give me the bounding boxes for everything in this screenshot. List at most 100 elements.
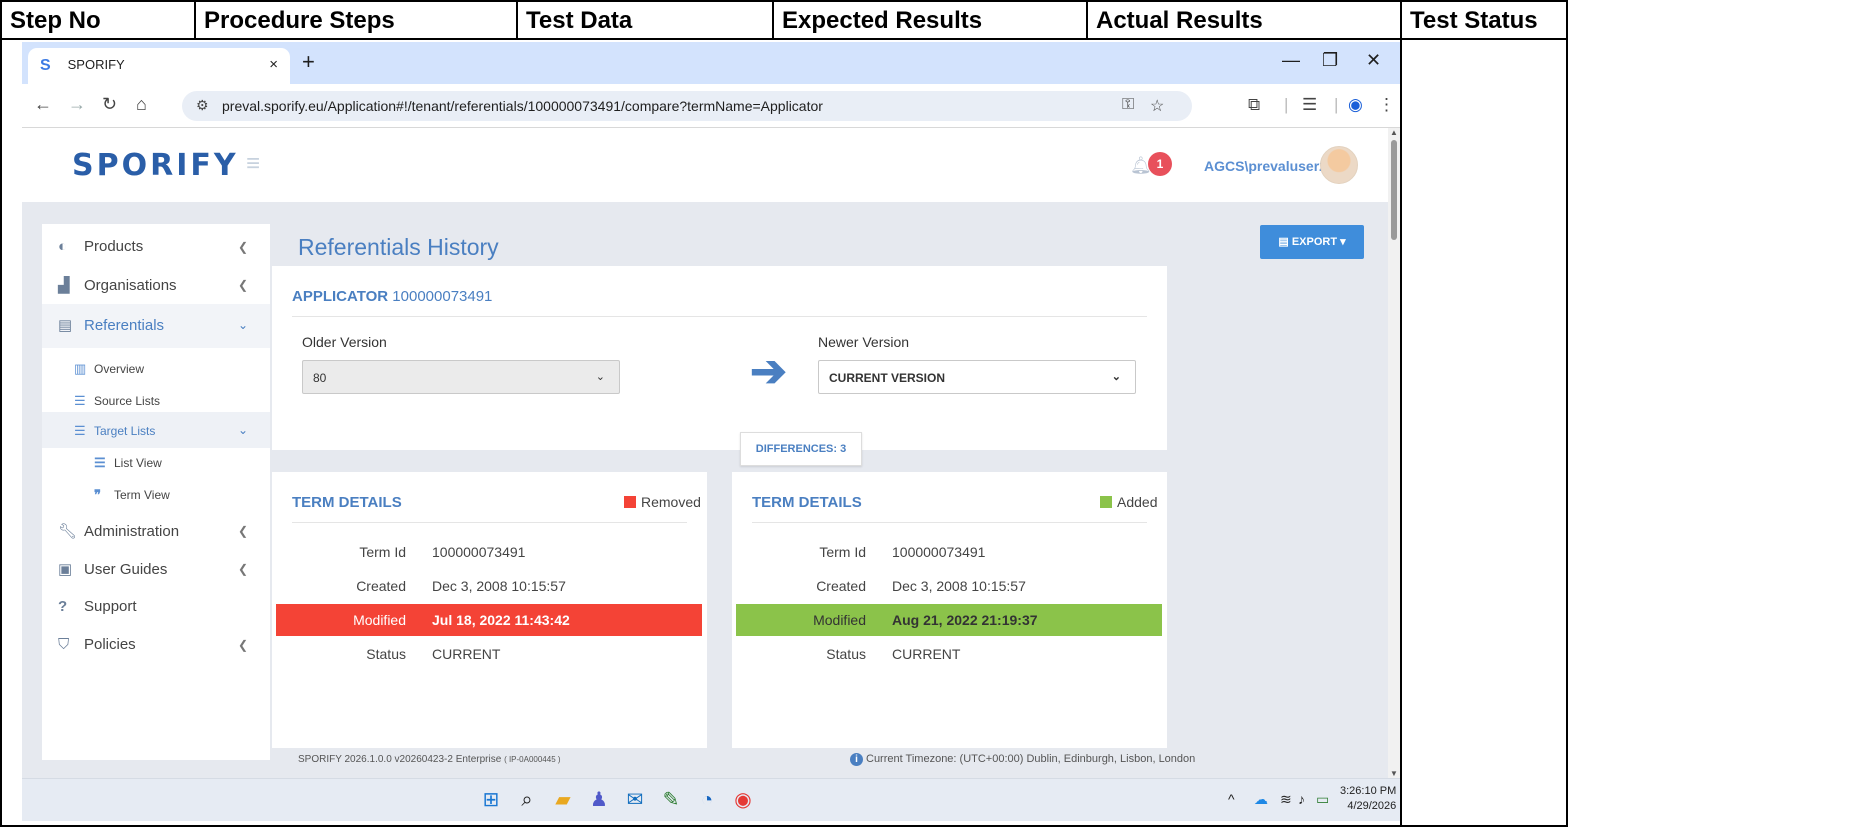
menu-icon[interactable]: ⋮: [1378, 95, 1395, 115]
site-settings-icon[interactable]: ⚙: [196, 97, 209, 114]
battery-icon[interactable]: ▭: [1316, 791, 1329, 808]
detail-value: Dec 3, 2008 10:15:57: [432, 578, 566, 594]
page-title: Referentials History: [298, 234, 499, 260]
export-label: EXPORT: [1291, 236, 1338, 248]
sidebar-item-organisations[interactable]: ▟ Organisations ❮: [42, 264, 270, 308]
address-bar[interactable]: ⚙ preval.sporify.eu/Application#!/tenant…: [182, 91, 1192, 121]
detail-row-added: Modified Aug 21, 2022 21:19:37: [736, 604, 1162, 636]
username-link[interactable]: AGCS\prevaluser2: [1204, 158, 1327, 174]
shield-icon: ⛉: [58, 636, 70, 653]
sidebar-sub-list-view[interactable]: ☰ List View: [42, 444, 270, 480]
detail-value: CURRENT: [432, 646, 501, 662]
home-icon[interactable]: ⌂: [136, 94, 147, 115]
detail-row: Created Dec 3, 2008 10:15:57: [276, 570, 702, 602]
differences-button[interactable]: DIFFERENCES: 3: [740, 432, 862, 466]
toolbar-divider: |: [1334, 95, 1339, 114]
password-key-icon[interactable]: ⚿: [1122, 96, 1134, 114]
version-label: SPORIFY 2026.1.0.0 v20260423-2 Enterpris…: [298, 754, 502, 765]
pills-icon: ◐: [58, 238, 68, 255]
avatar[interactable]: [1320, 146, 1358, 184]
header-actual-results: Actual Results: [1086, 0, 1400, 40]
sidebar-sub-overview[interactable]: ▥ Overview: [42, 350, 270, 386]
forward-icon[interactable]: →: [68, 94, 86, 115]
wifi-icon[interactable]: ≋: [1280, 791, 1292, 808]
screenshot: S SPORIFY × + — ❐ ✕ ← → ↻ ⌂ ⚙ preval.spo…: [22, 42, 1400, 821]
sidebar-sub-term-view[interactable]: ❞ Term View: [42, 476, 270, 512]
notepad-icon[interactable]: ✎: [658, 787, 684, 813]
sidebar-item-label: Organisations: [84, 277, 177, 294]
extensions-icon[interactable]: ⧉: [1248, 95, 1260, 115]
scrollbar-thumb[interactable]: [1391, 140, 1397, 240]
detail-value: CURRENT: [892, 646, 961, 662]
close-window-icon[interactable]: ✕: [1366, 50, 1381, 71]
outlook-icon[interactable]: ✉: [622, 787, 648, 813]
tab-close-icon[interactable]: ×: [269, 56, 278, 73]
scroll-up-icon[interactable]: ▲: [1390, 128, 1398, 137]
sporify-logo[interactable]: SPORIFY: [72, 148, 239, 183]
list-icon: ☰: [74, 423, 86, 438]
chevron-up-icon[interactable]: ^: [1228, 791, 1235, 807]
hamburger-menu-icon[interactable]: ≡: [246, 150, 260, 178]
divider: [292, 316, 1147, 317]
notification-badge[interactable]: 1: [1148, 152, 1172, 176]
clock-date: 4/29/2026: [1347, 800, 1397, 812]
tab-title: SPORIFY: [67, 57, 125, 72]
sidebar-sub-label: Term View: [114, 488, 170, 502]
detail-row: Term Id 100000073491: [736, 536, 1162, 568]
file-explorer-icon[interactable]: ▰: [550, 787, 576, 813]
system-clock[interactable]: 3:26:10 PM 4/29/2026: [1340, 784, 1396, 814]
search-icon[interactable]: ⌕: [514, 787, 540, 813]
edge-icon[interactable]: ◔: [694, 787, 720, 813]
quote-icon: ❞: [94, 487, 101, 502]
sidebar-sub-target-lists[interactable]: ☰ Target Lists ⌄: [42, 412, 270, 448]
export-button[interactable]: ▤ EXPORT ▾: [1260, 225, 1364, 259]
wrench-icon: 🔧︎: [58, 523, 78, 540]
teams-icon[interactable]: ♟: [586, 787, 612, 813]
factory-icon: ▟: [58, 277, 70, 294]
detail-row: Status CURRENT: [736, 638, 1162, 670]
new-tab-button[interactable]: +: [302, 49, 315, 75]
scroll-down-icon[interactable]: ▼: [1390, 769, 1398, 778]
info-icon: i: [850, 753, 863, 766]
older-version-select[interactable]: 80 ⌄: [302, 360, 620, 394]
chrome-icon[interactable]: ◉: [730, 787, 756, 813]
bar-chart-icon: ▥: [74, 361, 87, 376]
header-step-no: Step No: [0, 0, 194, 40]
timezone-label: Current Timezone: (UTC+00:00) Dublin, Ed…: [866, 753, 1196, 765]
newer-version-select[interactable]: CURRENT VERSION ⌄: [818, 360, 1136, 394]
term-label: APPLICATOR: [292, 288, 389, 305]
reload-icon[interactable]: ↻: [102, 94, 117, 115]
onedrive-icon[interactable]: ☁: [1254, 791, 1268, 808]
reading-mode-icon[interactable]: ☰: [1302, 95, 1317, 115]
term-details-title: TERM DETAILS: [752, 494, 862, 511]
chevron-left-icon: ❮: [237, 562, 248, 576]
detail-row-removed: Modified Jul 18, 2022 11:43:42: [276, 604, 702, 636]
sidebar-item-policies[interactable]: ⛉ Policies ❮: [42, 624, 270, 668]
legend-swatch: [624, 496, 636, 508]
timezone-text: i Current Timezone: (UTC+00:00) Dublin, E…: [850, 753, 1195, 766]
term-id: 100000073491: [392, 288, 493, 305]
legend-removed: Removed: [624, 494, 701, 510]
test-case-table: Step No Procedure Steps Test Data Expect…: [0, 0, 1868, 827]
browser-tab[interactable]: S SPORIFY ×: [28, 48, 290, 84]
profile-icon[interactable]: ◉: [1348, 95, 1363, 115]
term-heading: APPLICATOR 100000073491: [292, 288, 492, 305]
page-scrollbar[interactable]: ▲ ▼: [1388, 128, 1400, 778]
footer-bar: SPORIFY 2026.1.0.0 v20260423-2 Enterpris…: [272, 748, 1388, 778]
volume-icon[interactable]: ♪: [1298, 791, 1305, 807]
windows-start-icon[interactable]: ⊞: [478, 787, 504, 813]
version-text: SPORIFY 2026.1.0.0 v20260423-2 Enterpris…: [298, 754, 561, 765]
sidebar-item-referentials[interactable]: ▤ Referentials ⌄: [42, 304, 270, 348]
divider: [752, 522, 1147, 523]
older-version-value: 80: [313, 371, 327, 385]
test-status-cell: [1400, 38, 1568, 827]
back-icon[interactable]: ←: [34, 94, 52, 115]
star-icon[interactable]: ☆: [1150, 96, 1164, 116]
divider: [292, 522, 687, 523]
sidebar-item-label: Policies: [84, 636, 136, 653]
app-header: SPORIFY ≡ 🔔︎ 1 AGCS\prevaluser2: [22, 128, 1388, 202]
sidebar-sub-label: List View: [114, 456, 162, 470]
minimize-icon[interactable]: —: [1282, 50, 1300, 71]
restore-icon[interactable]: ❐: [1322, 50, 1338, 71]
chevron-left-icon: ❮: [237, 524, 248, 538]
